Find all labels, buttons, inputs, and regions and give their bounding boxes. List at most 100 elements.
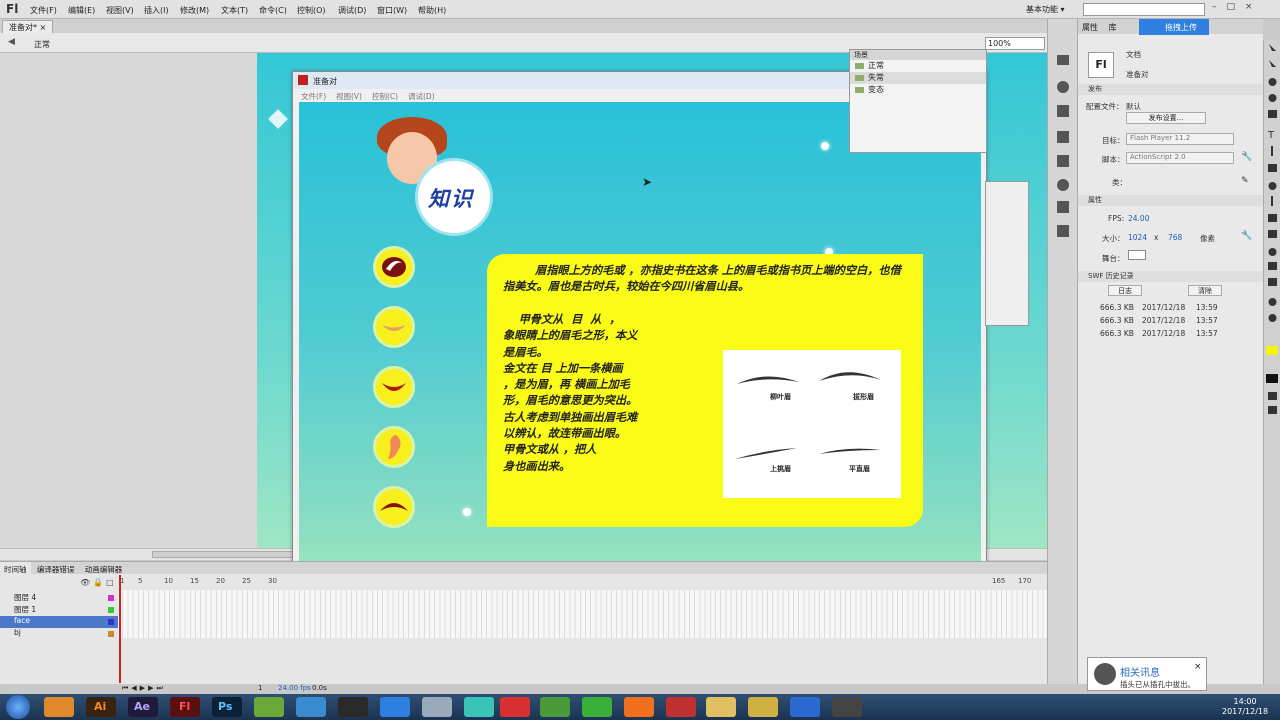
- window-controls[interactable]: –□×: [1212, 2, 1263, 12]
- taskbar-app-player[interactable]: [790, 697, 820, 717]
- eyebrow-button[interactable]: [373, 486, 415, 528]
- menu-commands[interactable]: 命令(C): [259, 5, 287, 16]
- stage-color-swatch[interactable]: [1128, 250, 1146, 260]
- menu-text[interactable]: 文本(T): [221, 5, 248, 16]
- taskbar-app-illustrator[interactable]: Ai: [86, 697, 116, 717]
- menu-modify[interactable]: 修改(M): [180, 5, 209, 16]
- tab-compiler-errors[interactable]: 编译器错误: [33, 562, 79, 577]
- player-menu-file[interactable]: 文件(F): [301, 91, 326, 102]
- straight-brow-icon: [819, 448, 881, 454]
- search-input[interactable]: [1083, 3, 1205, 16]
- menu-help[interactable]: 帮助(H): [418, 5, 446, 16]
- notification-close-icon[interactable]: ×: [1194, 662, 1202, 672]
- smile-button[interactable]: [373, 366, 415, 408]
- mouth-button[interactable]: [373, 306, 415, 348]
- layer-row[interactable]: 图层 4: [0, 592, 118, 604]
- taskbar-app-blue[interactable]: [296, 697, 326, 717]
- upload-button[interactable]: 拖拽上传: [1139, 19, 1209, 35]
- system-clock[interactable]: 14:00 2017/12/18: [1222, 697, 1268, 717]
- section-swf-history[interactable]: SWF 历史记录: [1078, 271, 1264, 282]
- playback-controls-icon[interactable]: ⏮◀▶▶⏭: [122, 684, 166, 693]
- layer-row-selected[interactable]: face: [0, 616, 118, 628]
- current-scene-label[interactable]: 正常: [34, 39, 50, 50]
- pencil-icon[interactable]: ✎: [1241, 176, 1249, 186]
- section-publish[interactable]: 发布: [1078, 84, 1264, 95]
- taskbar-app-folder[interactable]: [706, 697, 736, 717]
- taskbar-app-flash[interactable]: Fl: [170, 697, 200, 717]
- taskbar-app-teal[interactable]: [464, 697, 494, 717]
- taskbar-app-red[interactable]: [500, 697, 530, 717]
- taskbar-app-cloud[interactable]: [380, 697, 410, 717]
- height-value[interactable]: 768: [1168, 233, 1182, 242]
- menu-file[interactable]: 文件(F): [30, 5, 57, 16]
- publish-settings-button[interactable]: 发布设置...: [1126, 112, 1206, 124]
- menu-control[interactable]: 控制(O): [297, 5, 326, 16]
- frame-ruler[interactable]: 1 5 10 15 20 25 30 165 170: [118, 577, 1047, 588]
- back-arrow-icon[interactable]: ◀: [8, 37, 15, 47]
- tab-close-icon[interactable]: ×: [40, 23, 47, 32]
- maximize-icon[interactable]: □: [1227, 2, 1246, 12]
- tab-timeline[interactable]: 时间轴: [0, 562, 31, 577]
- layer-row[interactable]: bj: [0, 628, 118, 640]
- taskbar-app-aftereffects[interactable]: Ae: [128, 697, 158, 717]
- start-button[interactable]: [6, 695, 30, 719]
- zoom-select[interactable]: 100%: [985, 37, 1045, 50]
- wrench-icon[interactable]: 🔧: [1241, 152, 1252, 162]
- ruler-tick: 30: [268, 577, 277, 585]
- taskbar-app-taobao[interactable]: [624, 697, 654, 717]
- taskbar-app-notes[interactable]: [748, 697, 778, 717]
- notification-popup[interactable]: 相关讯息 插头已从插孔中拔出。 ×: [1087, 657, 1207, 691]
- menu-debug[interactable]: 调试(D): [338, 5, 366, 16]
- scene-panel[interactable]: 场景 正常 失常 变态: [849, 49, 987, 153]
- layer-toggle-icons[interactable]: 👁🔒□: [80, 578, 117, 587]
- taskbar-app-leaf[interactable]: [540, 697, 570, 717]
- raised-brow-icon: [735, 448, 797, 459]
- wrench-icon[interactable]: 🔧: [1241, 231, 1252, 241]
- clear-button[interactable]: 清除: [1188, 285, 1222, 296]
- tab-properties[interactable]: 属性: [1078, 19, 1102, 36]
- scene-item[interactable]: 变态: [850, 84, 986, 96]
- knowledge-badge[interactable]: 知识: [415, 158, 493, 236]
- layer-row[interactable]: 图层 1: [0, 604, 118, 616]
- document-tab[interactable]: 准备对* ×: [2, 20, 54, 33]
- clock-date: 2017/12/18: [1222, 707, 1269, 716]
- taskbar-app-media[interactable]: [44, 697, 74, 717]
- tool-icons[interactable]: T: [1264, 40, 1280, 420]
- taskbar-app-dark[interactable]: [338, 697, 368, 717]
- scene-item[interactable]: 正常: [850, 60, 986, 72]
- player-menu-debug[interactable]: 调试(D): [408, 91, 435, 102]
- panel-icons[interactable]: [1048, 49, 1078, 249]
- taskbar-app-cat[interactable]: [422, 697, 452, 717]
- taskbar-app-browser[interactable]: [582, 697, 612, 717]
- log-button[interactable]: 日志: [1108, 285, 1142, 296]
- workspace-selector[interactable]: 基本功能 ▾: [1026, 4, 1065, 15]
- minimize-icon[interactable]: –: [1212, 2, 1227, 12]
- timeline-time: 0.0s: [312, 684, 327, 692]
- menu-edit[interactable]: 编辑(E): [68, 5, 95, 16]
- player-menu-control[interactable]: 控制(C): [372, 91, 398, 102]
- eye-button[interactable]: [373, 246, 415, 288]
- playhead[interactable]: [119, 575, 121, 683]
- menu-insert[interactable]: 插入(I): [144, 5, 169, 16]
- width-value[interactable]: 1024: [1128, 233, 1147, 242]
- flash-player-window[interactable]: 准备对 文件(F) 视图(V) 控制(C) 调试(D) 知识 眉指眼上方的毛或 …: [292, 71, 987, 622]
- sparkle-icon: [463, 508, 471, 516]
- timeline-fps[interactable]: 24.00 fps: [278, 684, 311, 692]
- size-x-label: x: [1154, 233, 1159, 242]
- taskbar-app-green[interactable]: [254, 697, 284, 717]
- menu-view[interactable]: 视图(V): [106, 5, 134, 16]
- script-select[interactable]: ActionScript 2.0: [1126, 152, 1234, 164]
- taskbar-app-photoshop[interactable]: Ps: [212, 697, 242, 717]
- frame-grid[interactable]: [118, 590, 1047, 638]
- scene-item[interactable]: 失常: [850, 72, 986, 84]
- ear-button[interactable]: [373, 426, 415, 468]
- taskbar-app-recorder[interactable]: [832, 697, 862, 717]
- close-icon[interactable]: ×: [1245, 2, 1263, 12]
- target-select[interactable]: Flash Player 11.2: [1126, 133, 1234, 145]
- taskbar-app-video[interactable]: [666, 697, 696, 717]
- player-menu-view[interactable]: 视图(V): [336, 91, 362, 102]
- menu-window[interactable]: 窗口(W): [377, 5, 407, 16]
- tab-library[interactable]: 库: [1105, 19, 1121, 36]
- fps-value[interactable]: 24.00: [1128, 214, 1149, 223]
- section-properties[interactable]: 属性: [1078, 195, 1264, 206]
